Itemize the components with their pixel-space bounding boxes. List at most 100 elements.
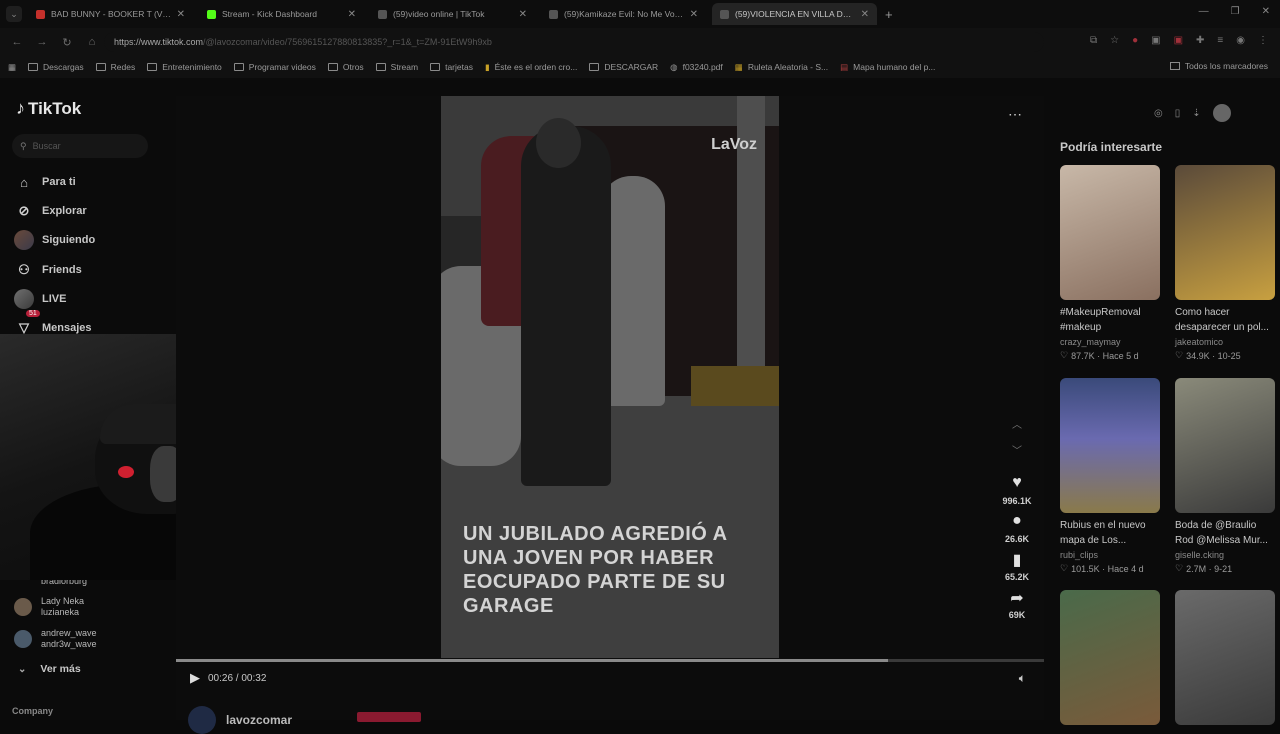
compass-icon: ⊘ (18, 203, 30, 218)
share-count: 69K (1008, 610, 1026, 620)
nav-following[interactable]: Siguiendo (14, 230, 95, 250)
browser-tab[interactable]: (59)Kamikaze Evil: No Me Voy M ✕ (541, 3, 706, 25)
company-link[interactable]: Company (12, 706, 53, 716)
close-tab-icon[interactable]: ✕ (690, 9, 698, 20)
extension-icon[interactable]: ▣ (1151, 35, 1160, 46)
restore-icon[interactable]: ❐ (1231, 6, 1240, 17)
nav-friends[interactable]: ⚇ Friends (14, 260, 82, 280)
rec-thumbnail[interactable] (1175, 590, 1275, 725)
bookmark-folder[interactable]: Redes (95, 62, 135, 72)
nav-explore[interactable]: ⊘ Explorar (14, 201, 87, 221)
rec-title[interactable]: Rubius en el nuevo mapa de Los... (1060, 518, 1160, 548)
video-progress-bar[interactable] (176, 659, 1044, 662)
save-button[interactable]: ▮ 65.2K (1005, 550, 1029, 582)
author-name[interactable]: lavozcomar (226, 713, 292, 727)
all-bookmarks[interactable]: Todos los marcadores (1169, 61, 1268, 71)
bookmark-folder[interactable]: Descargas (28, 62, 84, 72)
browser-tab[interactable]: (59)video online | TikTok ✕ (370, 3, 535, 25)
bookmark-folder[interactable]: DESCARGAR (589, 62, 658, 72)
minimize-icon[interactable]: — (1199, 6, 1209, 17)
device-icon[interactable]: ▯ (1175, 108, 1181, 119)
bookmark-link[interactable]: ▦ Ruleta Aleatoria - S... (735, 62, 828, 73)
rec-card[interactable] (1060, 590, 1160, 725)
rec-thumbnail[interactable] (1060, 165, 1160, 300)
reload-icon[interactable]: ↻ (59, 36, 75, 49)
rec-user[interactable]: crazy_maymay (1060, 337, 1160, 347)
back-icon[interactable]: ← (9, 36, 25, 48)
rec-card[interactable]: #MakeupRemoval #makeup crazy_maymay ♡ 87.… (1060, 165, 1160, 361)
play-icon[interactable]: ▶ (190, 670, 200, 686)
tiktok-favicon-icon (378, 9, 387, 19)
follow-button[interactable] (357, 712, 421, 722)
rec-card[interactable] (1175, 590, 1275, 725)
forward-icon[interactable]: → (34, 36, 50, 48)
close-tab-icon[interactable]: ✕ (348, 9, 356, 20)
coins-icon[interactable]: ◎ (1154, 108, 1163, 119)
rec-title[interactable]: Boda de @Braulio Rod @Melissa Mur... (1175, 518, 1275, 548)
browser-tab[interactable]: Stream - Kick Dashboard ✕ (199, 3, 364, 25)
download-icon[interactable]: ⇣ (1192, 108, 1200, 119)
share-button[interactable]: ➦ 69K (1009, 588, 1026, 620)
rec-user[interactable]: jakeatomico (1175, 337, 1275, 347)
bookmark-folder[interactable]: Entretenimiento (147, 62, 222, 72)
chevron-down-icon[interactable]: ﹀ (1012, 442, 1022, 468)
rec-thumbnail[interactable] (1060, 378, 1160, 513)
comment-button[interactable]: ● 26.6K (1005, 512, 1029, 544)
close-tab-icon[interactable]: ✕ (861, 9, 869, 20)
close-tab-icon[interactable]: ✕ (177, 9, 185, 20)
bookmark-folder[interactable]: tarjetas (430, 62, 473, 72)
bookmark-folder[interactable]: Stream (375, 62, 418, 72)
tab-search-icon[interactable]: ⌄ (6, 6, 22, 22)
browser-tab[interactable]: BAD BUNNY - BOOKER T (Vide ✕ (28, 3, 193, 25)
extension-icon[interactable]: ▣ (1174, 35, 1183, 46)
search-input[interactable]: ⚲ Buscar (12, 134, 148, 158)
rec-card[interactable]: Rubius en el nuevo mapa de Los... rubi_c… (1060, 378, 1160, 574)
media-controls-icon[interactable]: ≡ (1217, 35, 1223, 46)
nav-for-you[interactable]: ⌂ Para ti (14, 172, 76, 192)
rec-user[interactable]: rubi_clips (1060, 550, 1160, 560)
bookmark-link[interactable]: ▤ Mapa humano del p... (840, 62, 935, 73)
author-avatar[interactable] (188, 706, 216, 734)
video-frame[interactable]: LaVoz UN JUBILADO AGREDIÓ A UNA JOVEN PO… (441, 96, 779, 658)
extension-icon[interactable]: ● (1132, 35, 1138, 46)
rec-card[interactable]: Como hacer desaparecer un pol... jakeato… (1175, 165, 1275, 361)
folder-icon (28, 63, 39, 71)
rec-card[interactable]: Boda de @Braulio Rod @Melissa Mur... gis… (1175, 378, 1275, 574)
rec-title[interactable]: #MakeupRemoval #makeup (1060, 305, 1160, 335)
menu-icon[interactable]: ⋮ (1258, 35, 1268, 46)
see-more-button[interactable]: ⌄ Ver más (18, 663, 81, 675)
apps-icon[interactable]: ▦ (8, 62, 16, 73)
following-account[interactable]: andrew_wave andr3w_wave (14, 628, 97, 650)
browser-tab-active[interactable]: (59)VIOLENCIA EN VILLA DEL P ✕ (712, 3, 877, 25)
tiktok-logo[interactable]: ♪ TikTok (16, 98, 81, 119)
profile-icon[interactable]: ◉ (1236, 35, 1245, 46)
volume-icon[interactable]: 🔈︎ (1019, 671, 1026, 686)
nav-live[interactable]: LIVE (14, 289, 66, 309)
recommendations: Podría interesarte #MakeupRemoval #makeu… (1060, 140, 1280, 725)
close-tab-icon[interactable]: ✕ (519, 9, 527, 20)
chevron-up-icon[interactable]: ︿ (1012, 416, 1022, 442)
rec-thumbnail[interactable] (1060, 590, 1160, 725)
video-player[interactable]: LaVoz UN JUBILADO AGREDIÓ A UNA JOVEN PO… (176, 96, 1044, 720)
url-field[interactable]: https://www.tiktok.com/@lavozcomar/video… (104, 32, 1044, 52)
rec-thumbnail[interactable] (1175, 165, 1275, 300)
close-window-icon[interactable]: ✕ (1262, 6, 1270, 17)
bookmark-link[interactable]: ◍ f03240.pdf (670, 62, 723, 73)
following-account[interactable]: Lady Neka luzianeka (14, 596, 84, 618)
messages-badge: 51 (26, 310, 40, 317)
author-row[interactable]: lavozcomar (188, 706, 292, 734)
rec-user[interactable]: giselle.cking (1175, 550, 1275, 560)
extensions-puzzle-icon[interactable]: ✚ (1196, 35, 1204, 46)
star-icon[interactable]: ☆ (1110, 35, 1119, 46)
rec-thumbnail[interactable] (1175, 378, 1275, 513)
install-app-icon[interactable]: ⧉ (1090, 35, 1097, 46)
bookmark-folder[interactable]: Otros (327, 62, 364, 72)
bookmark-folder[interactable]: Programar videos (233, 62, 316, 72)
home-icon[interactable]: ⌂ (84, 36, 100, 48)
profile-avatar[interactable] (1212, 104, 1231, 122)
new-tab-icon[interactable]: + (885, 7, 893, 22)
bookmark-link[interactable]: ▮ Éste es el orden cro... (485, 62, 577, 73)
rec-title[interactable]: Como hacer desaparecer un pol... (1175, 305, 1275, 335)
like-button[interactable]: ♥ 996.1K (1002, 474, 1031, 506)
more-options-icon[interactable]: ⋯ (1008, 106, 1022, 123)
